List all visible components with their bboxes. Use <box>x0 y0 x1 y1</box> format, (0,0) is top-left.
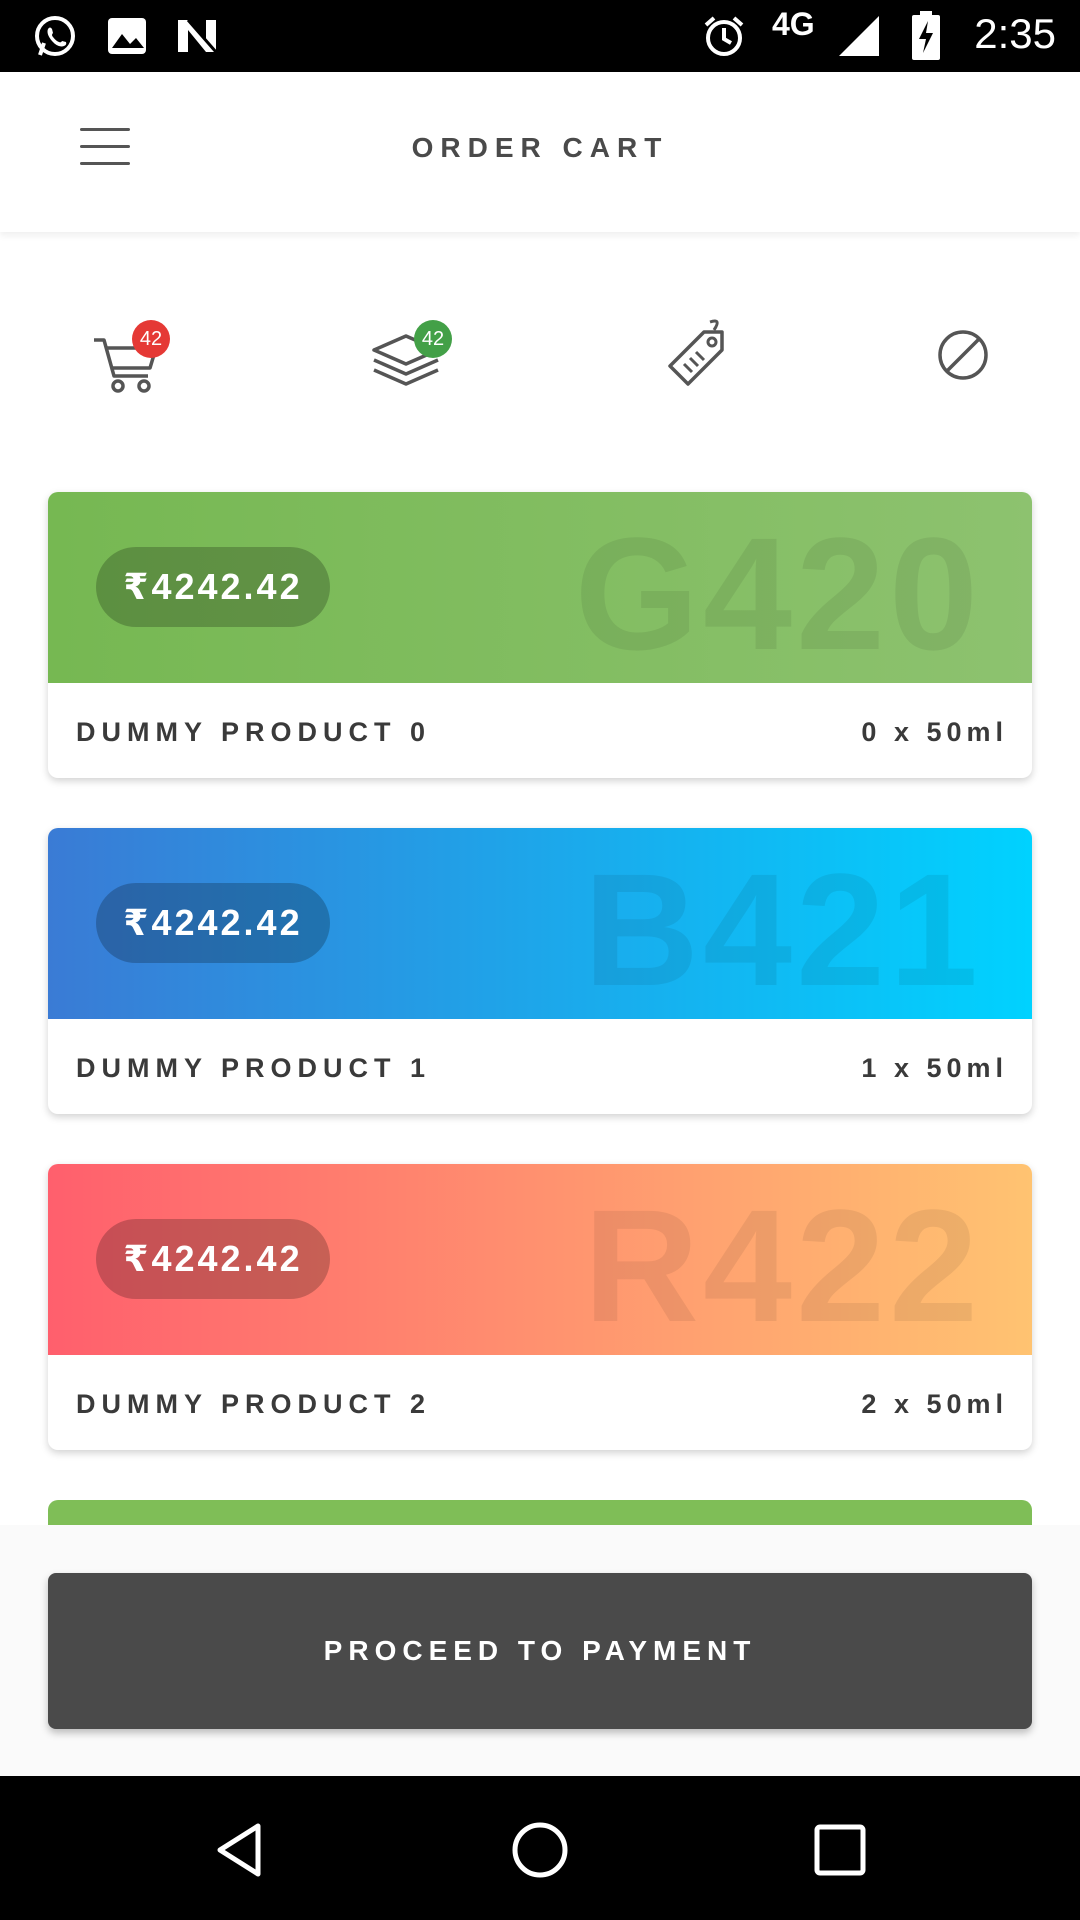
card-footer: DUMMY PRODUCT 0 0 x 50ml <box>48 683 1032 778</box>
product-card-1[interactable]: B421 ₹4242.42 DUMMY PRODUCT 1 1 x 50ml <box>48 828 1032 1114</box>
home-icon[interactable] <box>500 1810 580 1890</box>
product-card-3-peek[interactable] <box>48 1500 1032 1526</box>
card-header: G420 ₹4242.42 <box>48 492 1032 683</box>
card-header: B421 ₹4242.42 <box>48 828 1032 1019</box>
price-badge: ₹4242.42 <box>96 547 330 627</box>
battery-charging-icon <box>906 11 946 60</box>
price-badge: ₹4242.42 <box>96 1219 330 1299</box>
page-title: ORDER CART <box>411 132 669 163</box>
product-name: DUMMY PRODUCT 2 <box>76 1389 432 1419</box>
product-quantity: 1 x 50ml <box>861 1053 1008 1083</box>
app-header: ORDER CART <box>0 72 1080 232</box>
product-card-0[interactable]: G420 ₹4242.42 DUMMY PRODUCT 0 0 x 50ml <box>48 492 1032 778</box>
signal-icon <box>836 14 882 58</box>
tab-layers[interactable]: 42 <box>362 300 472 410</box>
product-card-2[interactable]: R422 ₹4242.42 DUMMY PRODUCT 2 2 x 50ml <box>48 1164 1032 1450</box>
proceed-to-payment-button[interactable]: PROCEED TO PAYMENT <box>48 1573 1032 1729</box>
tab-tag[interactable] <box>648 300 758 410</box>
whatsapp-icon <box>30 14 80 58</box>
tab-cart[interactable]: 42 <box>80 300 190 410</box>
image-icon <box>104 14 150 58</box>
recents-icon[interactable] <box>800 1810 880 1890</box>
price-badge: ₹4242.42 <box>96 883 330 963</box>
product-name: DUMMY PRODUCT 1 <box>76 1053 432 1083</box>
product-code: B421 <box>583 840 982 1019</box>
card-footer: DUMMY PRODUCT 1 1 x 50ml <box>48 1019 1032 1114</box>
card-header: R422 ₹4242.42 <box>48 1164 1032 1355</box>
product-code: G420 <box>574 504 982 683</box>
product-quantity: 2 x 50ml <box>861 1389 1008 1419</box>
status-time: 2:35 <box>974 10 1056 57</box>
product-name: DUMMY PRODUCT 0 <box>76 717 432 747</box>
n-logo-icon <box>172 14 222 58</box>
tab-cancelled[interactable] <box>918 300 1028 410</box>
product-quantity: 0 x 50ml <box>861 717 1008 747</box>
cart-badge: 42 <box>132 320 170 358</box>
status-bar: 4G 2:35 <box>0 0 1080 72</box>
back-icon[interactable] <box>200 1810 280 1890</box>
filter-tabs: 42 42 <box>0 300 1080 410</box>
system-nav-bar <box>0 1776 1080 1920</box>
network-type: 4G <box>772 6 815 42</box>
layers-badge: 42 <box>414 320 452 358</box>
card-footer: DUMMY PRODUCT 2 2 x 50ml <box>48 1355 1032 1450</box>
footer: PROCEED TO PAYMENT <box>0 1525 1080 1777</box>
product-code: R422 <box>583 1176 982 1355</box>
alarm-icon <box>700 14 748 58</box>
